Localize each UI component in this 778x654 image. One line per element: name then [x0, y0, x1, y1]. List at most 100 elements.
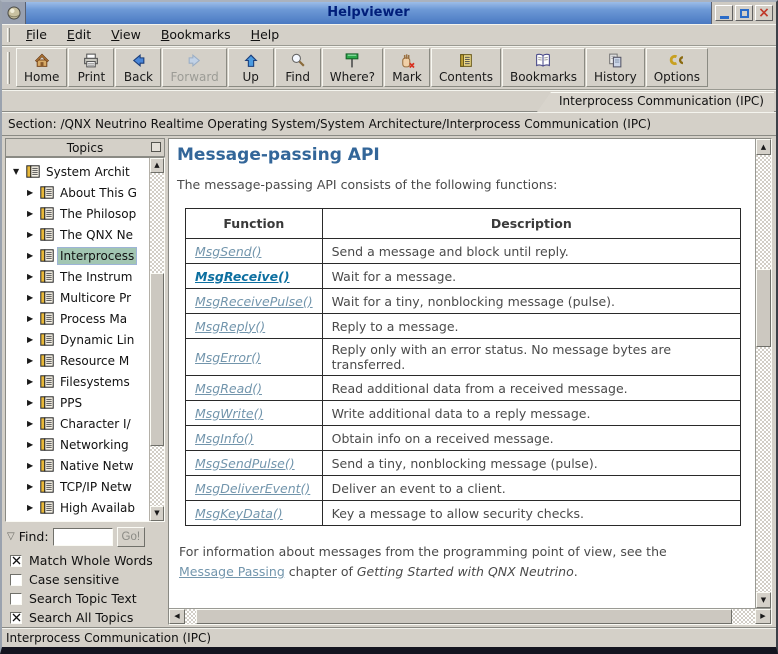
collapsed-arrow-icon[interactable]: ▶	[27, 272, 39, 281]
where-button[interactable]: Where?	[322, 48, 383, 87]
tree-item[interactable]: ▶Filesystems	[6, 371, 149, 392]
title-bar[interactable]: Helpviewer ×	[2, 2, 776, 24]
function-link[interactable]: MsgReceivePulse()	[195, 294, 313, 309]
tree-scroll-up-icon[interactable]: ▲	[150, 158, 164, 173]
function-link[interactable]: MsgSend()	[195, 244, 261, 259]
horizontal-scroll-track[interactable]	[185, 609, 755, 624]
print-button[interactable]: Print	[68, 48, 114, 87]
window-icon[interactable]	[2, 2, 26, 24]
contents-button[interactable]: Contents	[431, 48, 501, 87]
horizontal-scroll-thumb[interactable]	[196, 609, 732, 624]
checkbox-row[interactable]: Match Whole Words	[10, 553, 165, 568]
tree-item[interactable]: ▶Native Netw	[6, 455, 149, 476]
collapsed-arrow-icon[interactable]: ▶	[27, 461, 39, 470]
collapsed-arrow-icon[interactable]: ▶	[27, 503, 39, 512]
menu-item-view[interactable]: View	[101, 25, 151, 44]
function-link[interactable]: MsgDeliverEvent()	[195, 481, 310, 496]
toolbar-grip[interactable]	[7, 52, 10, 84]
minimize-button[interactable]	[715, 5, 733, 21]
history-button[interactable]: History	[586, 48, 645, 87]
tree-item[interactable]: ▶Networking	[6, 434, 149, 455]
menu-item-help[interactable]: Help	[241, 25, 290, 44]
tree-scroll-thumb[interactable]	[150, 273, 164, 446]
menu-item-bookmarks[interactable]: Bookmarks	[151, 25, 241, 44]
collapsed-arrow-icon[interactable]: ▶	[27, 440, 39, 449]
tree-item[interactable]: ▶The Instrum	[6, 266, 149, 287]
vertical-scroll-thumb[interactable]	[756, 269, 771, 348]
tree-item[interactable]: ▶Multicore Pr	[6, 287, 149, 308]
function-link[interactable]: MsgKeyData()	[195, 506, 283, 521]
detach-panel-button[interactable]	[151, 142, 161, 152]
message-passing-link[interactable]: Message Passing	[179, 564, 285, 579]
tree-scroll-down-icon[interactable]: ▼	[150, 506, 164, 521]
collapsed-arrow-icon[interactable]: ▶	[27, 356, 39, 365]
checkbox-row[interactable]: Case sensitive	[10, 572, 165, 587]
tree-item[interactable]: ▶The QNX Ne	[6, 224, 149, 245]
function-link[interactable]: MsgWrite()	[195, 406, 263, 421]
collapsed-arrow-icon[interactable]: ▶	[27, 482, 39, 491]
tree-scrollbar[interactable]: ▲ ▼	[149, 158, 164, 521]
function-link[interactable]: MsgRead()	[195, 381, 262, 396]
scroll-down-icon[interactable]: ▼	[756, 592, 771, 608]
close-button[interactable]: ×	[755, 5, 773, 21]
bookmarks-button[interactable]: Bookmarks	[502, 48, 585, 87]
mark-button[interactable]: Mark	[384, 48, 430, 87]
function-link[interactable]: MsgReply()	[195, 319, 265, 334]
menu-item-file[interactable]: File	[16, 25, 57, 44]
scroll-right-icon[interactable]: ▶	[755, 609, 771, 624]
find-button[interactable]: Find	[275, 48, 321, 87]
function-link[interactable]: MsgInfo()	[195, 431, 254, 446]
scroll-up-icon[interactable]: ▲	[756, 139, 771, 155]
checkbox-checked-icon[interactable]	[10, 612, 22, 624]
tree-item[interactable]: ▶TCP/IP Netw	[6, 476, 149, 497]
tree-item[interactable]: ▶Interprocess	[6, 245, 149, 266]
collapsed-arrow-icon[interactable]: ▶	[27, 188, 39, 197]
collapsed-arrow-icon[interactable]: ▶	[27, 293, 39, 302]
tree-item[interactable]: ▶Dynamic Lin	[6, 329, 149, 350]
function-link[interactable]: MsgError()	[195, 350, 261, 365]
checkbox-row[interactable]: Search All Topics	[10, 610, 165, 625]
tree-item[interactable]: ▶High Availab	[6, 497, 149, 518]
checkbox-unchecked-icon[interactable]	[10, 593, 22, 605]
menu-item-edit[interactable]: Edit	[57, 25, 101, 44]
collapsed-arrow-icon[interactable]: ▶	[27, 314, 39, 323]
scroll-left-icon[interactable]: ◀	[169, 609, 185, 624]
tree-item[interactable]: ▶The Philosop	[6, 203, 149, 224]
find-collapse-icon[interactable]: ▽	[7, 531, 15, 542]
collapsed-arrow-icon[interactable]: ▶	[27, 398, 39, 407]
checkbox-row[interactable]: Search Topic Text	[10, 591, 165, 606]
home-button[interactable]: Home	[16, 48, 67, 87]
collapsed-arrow-icon[interactable]: ▶	[27, 419, 39, 428]
up-button[interactable]: Up	[228, 48, 274, 87]
function-link[interactable]: MsgReceive()	[195, 269, 290, 284]
vertical-scrollbar[interactable]: ▲ ▼	[755, 139, 771, 608]
vertical-scroll-track[interactable]	[756, 155, 771, 592]
checkbox-unchecked-icon[interactable]	[10, 574, 22, 586]
tree-item[interactable]: ▶Resource M	[6, 350, 149, 371]
tab-interprocess-communication[interactable]: Interprocess Communication (IPC)	[537, 92, 774, 112]
horizontal-scrollbar[interactable]: ◀ ▶	[169, 608, 771, 624]
tree-item[interactable]: ▼System Archit	[6, 161, 149, 182]
maximize-button[interactable]	[735, 5, 753, 21]
tree-item[interactable]: ▶Process Ma	[6, 308, 149, 329]
collapsed-arrow-icon[interactable]: ▶	[27, 377, 39, 386]
function-link[interactable]: MsgSendPulse()	[195, 456, 295, 471]
collapsed-arrow-icon[interactable]: ▶	[27, 335, 39, 344]
options-button[interactable]: Options	[646, 48, 708, 87]
menu-grip[interactable]	[7, 28, 10, 42]
collapsed-arrow-icon[interactable]: ▶	[27, 209, 39, 218]
collapsed-arrow-icon[interactable]: ▶	[27, 251, 39, 260]
tree-item[interactable]: ▶PPS	[6, 392, 149, 413]
checkbox-checked-icon[interactable]	[10, 555, 22, 567]
tree-item[interactable]: ▶Character I/	[6, 413, 149, 434]
go-button[interactable]: Go!	[117, 527, 146, 547]
forward-button[interactable]: Forward	[162, 48, 226, 87]
tree-item[interactable]: ▶About This G	[6, 182, 149, 203]
table-row: MsgReceive()Wait for a message.	[186, 264, 741, 289]
tree-scroll-track[interactable]	[150, 173, 164, 506]
back-button[interactable]: Back	[115, 48, 161, 87]
find-input[interactable]	[53, 528, 113, 546]
intro-text: The message-passing API consists of the …	[177, 177, 747, 192]
expanded-arrow-icon[interactable]: ▼	[13, 167, 25, 176]
collapsed-arrow-icon[interactable]: ▶	[27, 230, 39, 239]
